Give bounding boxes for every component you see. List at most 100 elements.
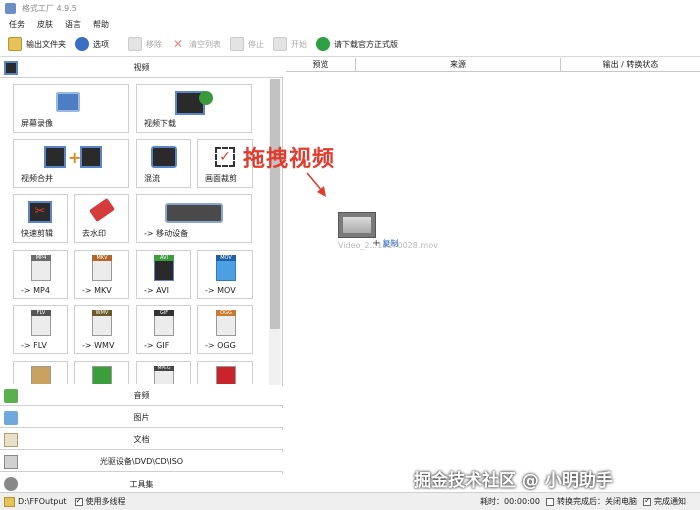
clear-list-button[interactable]: ✕ 清空列表 bbox=[171, 34, 221, 54]
task-list-panel[interactable]: 预览 来源 输出 / 转换状态 bbox=[286, 58, 700, 492]
tile-to-flv[interactable]: FLV -> FLV bbox=[13, 305, 68, 354]
remove-doc-icon bbox=[128, 37, 142, 51]
tile-quick-cut[interactable]: ✂ 快速剪辑 bbox=[13, 194, 68, 243]
remove-button[interactable]: 移除 bbox=[128, 34, 162, 54]
video-file-icon bbox=[92, 366, 112, 384]
left-scrollbar[interactable] bbox=[269, 79, 281, 385]
download-pro-button[interactable]: 请下载官方正式版 bbox=[316, 34, 398, 54]
audio-section-label: 音频 bbox=[133, 391, 150, 400]
remove-label: 移除 bbox=[146, 39, 162, 49]
output-folder-icon[interactable] bbox=[4, 496, 15, 507]
film-icon bbox=[80, 146, 102, 168]
column-source[interactable]: 来源 bbox=[356, 58, 561, 72]
clear-list-label: 清空列表 bbox=[189, 39, 221, 49]
format-badge: OGG bbox=[216, 310, 236, 316]
tile-to-avi[interactable]: AVI -> AVI bbox=[136, 250, 191, 299]
tools-gear-icon bbox=[4, 477, 18, 491]
tile-format-row6-4[interactable] bbox=[197, 361, 253, 384]
tile-label: -> 移动设备 bbox=[144, 229, 189, 238]
tile-label: 画面裁剪 bbox=[205, 174, 237, 183]
tile-to-gif[interactable]: GIF -> GIF bbox=[136, 305, 191, 354]
download-pro-label: 请下载官方正式版 bbox=[334, 39, 398, 49]
tile-mux[interactable]: 混流 bbox=[136, 139, 191, 188]
tile-to-mkv[interactable]: MKV -> MKV bbox=[74, 250, 129, 299]
tile-video-download[interactable]: 视频下载 bbox=[136, 84, 252, 133]
tile-format-row6-3[interactable]: MPEG bbox=[136, 361, 191, 384]
toolset-section-header[interactable]: 工具集 bbox=[0, 474, 283, 494]
column-preview[interactable]: 预览 bbox=[286, 58, 356, 72]
menu-task[interactable]: 任务 bbox=[9, 19, 25, 30]
toolbar: 输出文件夹 选项 移除 ✕ 清空列表 停止 开始 请下载官方正式版 bbox=[0, 32, 700, 57]
notify-checkbox[interactable] bbox=[643, 496, 651, 506]
screen-record-icon bbox=[56, 92, 80, 112]
output-path[interactable]: D:\FFOutput bbox=[18, 497, 67, 506]
menu-language[interactable]: 语言 bbox=[65, 19, 81, 30]
title-bar: 格式工厂 4.9.5 bbox=[0, 0, 700, 17]
stop-icon bbox=[230, 37, 244, 51]
disc-section-header[interactable]: 光驱设备\DVD\CD\ISO bbox=[0, 452, 283, 472]
document-section-header[interactable]: 文档 bbox=[0, 430, 283, 450]
audio-section-header[interactable]: 音频 bbox=[0, 386, 283, 406]
stop-button[interactable]: 停止 bbox=[230, 34, 264, 54]
devices-icon bbox=[165, 203, 223, 223]
task-list-header: 预览 来源 输出 / 转换状态 bbox=[286, 58, 700, 72]
options-button[interactable]: 选项 bbox=[75, 34, 109, 54]
tile-screen-record[interactable]: 屏幕录像 bbox=[13, 84, 129, 133]
arrow-icon bbox=[306, 172, 326, 197]
film-icon bbox=[4, 61, 18, 75]
clear-x-icon: ✕ bbox=[172, 37, 184, 51]
tile-label: -> WMV bbox=[82, 341, 115, 350]
mux-icon bbox=[151, 146, 177, 168]
format-badge: FLV bbox=[31, 310, 51, 316]
video-section-label: 视频 bbox=[133, 63, 150, 72]
tile-to-wmv[interactable]: WMV -> WMV bbox=[74, 305, 129, 354]
video-file-icon bbox=[31, 366, 51, 384]
tile-to-mov[interactable]: MOV -> MOV bbox=[197, 250, 253, 299]
tile-remove-watermark[interactable]: 去水印 bbox=[74, 194, 129, 243]
tile-label: -> GIF bbox=[144, 341, 170, 350]
menu-skin[interactable]: 皮肤 bbox=[37, 19, 53, 30]
tile-mobile-device[interactable]: -> 移动设备 bbox=[136, 194, 252, 243]
tile-label: 去水印 bbox=[82, 229, 106, 238]
scrollbar-thumb[interactable] bbox=[270, 79, 280, 329]
tile-label: -> MOV bbox=[205, 286, 236, 295]
start-button[interactable]: 开始 bbox=[273, 34, 307, 54]
options-gear-icon bbox=[75, 37, 89, 51]
menu-help[interactable]: 帮助 bbox=[93, 19, 109, 30]
tile-label: -> MP4 bbox=[21, 286, 50, 295]
image-section-header[interactable]: 图片 bbox=[0, 408, 283, 428]
tile-to-mp4[interactable]: MP4 -> MP4 bbox=[13, 250, 68, 299]
globe-icon bbox=[199, 91, 213, 105]
tile-label: 屏幕录像 bbox=[21, 119, 53, 128]
output-folder-label: 输出文件夹 bbox=[26, 39, 66, 49]
crop-check-icon: ✓ bbox=[215, 147, 235, 167]
menu-bar: 任务 皮肤 语言 帮助 bbox=[0, 17, 700, 32]
video-thumbnail-icon bbox=[338, 212, 376, 238]
tile-video-merge[interactable]: + 视频合并 bbox=[13, 139, 129, 188]
tile-format-row6-2[interactable] bbox=[74, 361, 129, 384]
format-badge: WMV bbox=[92, 310, 112, 316]
toolset-section-label: 工具集 bbox=[129, 479, 154, 489]
copy-label: 复制 bbox=[382, 239, 399, 248]
tile-format-row6-1[interactable] bbox=[13, 361, 68, 384]
output-folder-button[interactable]: 输出文件夹 bbox=[8, 34, 66, 54]
start-label: 开始 bbox=[291, 39, 307, 49]
column-output-status[interactable]: 输出 / 转换状态 bbox=[561, 58, 700, 72]
notify-label: 完成通知 bbox=[654, 497, 686, 506]
app-logo-icon bbox=[5, 3, 16, 14]
tile-label: 混流 bbox=[144, 174, 160, 183]
disc-drive-icon bbox=[4, 455, 18, 469]
image-section-label: 图片 bbox=[133, 413, 150, 422]
multithread-checkbox[interactable] bbox=[74, 496, 83, 506]
tile-label: 快速剪辑 bbox=[21, 229, 53, 238]
picture-icon bbox=[4, 411, 18, 425]
scissors-icon: ✂ bbox=[28, 201, 52, 223]
shutdown-checkbox[interactable] bbox=[546, 497, 554, 506]
copy-badge: + 复制 bbox=[372, 238, 398, 249]
tile-to-ogg[interactable]: OGG -> OGG bbox=[197, 305, 253, 354]
eraser-icon bbox=[88, 197, 116, 223]
disc-section-label: 光驱设备\DVD\CD\ISO bbox=[99, 457, 184, 466]
document-icon bbox=[4, 433, 18, 447]
video-tool-grid: 屏幕录像 视频下载 + 视频合并 混流 ✓ 画面裁剪 ✂ 快速剪辑 去水印 ->… bbox=[13, 84, 271, 384]
video-section-header[interactable]: 视频 bbox=[0, 58, 283, 78]
